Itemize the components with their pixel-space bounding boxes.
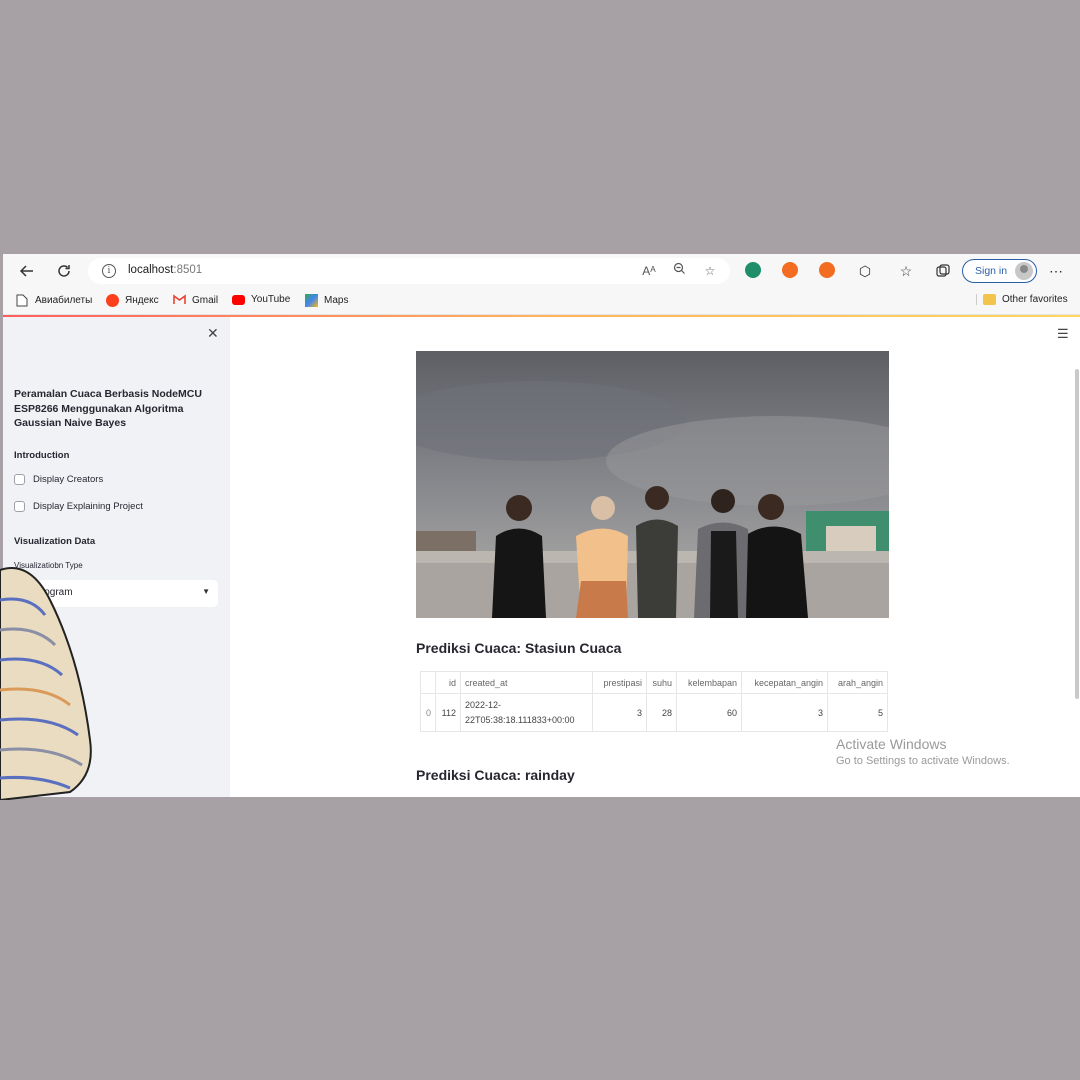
column-header[interactable]: created_at <box>460 671 593 694</box>
table-cell: 5 <box>827 693 888 732</box>
display-explaining-checkbox[interactable]: Display Explaining Project <box>14 501 143 512</box>
section-title-rainday: Prediksi Cuaca: rainday <box>416 767 575 783</box>
hamburger-menu-icon[interactable]: ☰ <box>1057 326 1069 342</box>
extensions-puzzle-icon[interactable]: ⬡ <box>853 259 877 283</box>
avatar <box>1015 262 1033 280</box>
maps-icon <box>305 294 318 307</box>
address-bar[interactable]: i localhost:8501 Aᴬ ☆ <box>88 258 730 284</box>
extension-icon[interactable] <box>782 262 798 278</box>
intro-heading: Introduction <box>14 450 70 461</box>
sign-in-button[interactable]: Sign in <box>962 259 1037 283</box>
chevron-down-icon: ▼ <box>202 587 210 596</box>
column-header[interactable]: prestipasi <box>592 671 647 694</box>
section-title-stasiun: Prediksi Cuaca: Stasiun Cuaca <box>416 640 622 656</box>
youtube-icon <box>232 294 245 305</box>
more-menu-icon[interactable]: ⋯ <box>1044 259 1068 283</box>
bookmarks-bar: Авиабилеты Яндекс Gmail YouTube Maps Oth… <box>3 287 1080 315</box>
table-cell: 2022-12-22T05:38:18.111833+00:00 <box>460 693 593 732</box>
bookmark-item[interactable]: Gmail <box>173 294 218 307</box>
column-header[interactable]: arah_angin <box>827 671 888 694</box>
extension-icon[interactable] <box>745 262 761 278</box>
column-header[interactable]: suhu <box>646 671 677 694</box>
display-creators-checkbox[interactable]: Display Creators <box>14 474 103 485</box>
checkbox-box[interactable] <box>14 501 25 512</box>
yandex-icon <box>106 294 119 307</box>
browser-toolbar: i localhost:8501 Aᴬ ☆ ⬡ ☆ Sign in ⋯ <box>3 254 1080 287</box>
back-arrow-icon[interactable] <box>15 259 39 283</box>
add-favorite-icon[interactable]: ☆ <box>701 262 719 280</box>
table-cell: 28 <box>646 693 677 732</box>
group-photo <box>416 351 889 618</box>
folder-icon <box>983 294 996 305</box>
table-cell: 3 <box>592 693 647 732</box>
table-cell: 112 <box>435 693 461 732</box>
read-aloud-icon[interactable]: Aᴬ <box>640 262 658 280</box>
column-header <box>420 671 436 694</box>
table-cell: 60 <box>676 693 742 732</box>
viz-heading: Visualization Data <box>14 536 96 547</box>
collections-icon[interactable] <box>931 259 955 283</box>
bookmark-item[interactable]: Яндекс <box>106 294 159 307</box>
page-icon <box>16 294 29 307</box>
gmail-icon <box>173 294 186 307</box>
decorative-sticker <box>0 567 92 800</box>
data-table: id created_at prestipasi suhu kelembapan… <box>420 671 888 732</box>
table-cell: 0 <box>420 693 436 732</box>
bookmark-item[interactable]: YouTube <box>232 294 290 305</box>
column-header[interactable]: id <box>435 671 461 694</box>
column-header[interactable]: kelembapan <box>676 671 742 694</box>
reload-icon[interactable] <box>52 259 76 283</box>
table-cell: 3 <box>741 693 828 732</box>
activate-windows-watermark: Activate Windows Go to Settings to activ… <box>836 736 1010 767</box>
extension-icon[interactable] <box>819 262 835 278</box>
favorites-icon[interactable]: ☆ <box>894 259 918 283</box>
other-favorites[interactable]: Other favorites <box>976 294 1068 305</box>
scrollbar[interactable] <box>1075 369 1079 699</box>
sidebar-title: Peramalan Cuaca Berbasis NodeMCU ESP8266… <box>14 388 202 429</box>
site-info-icon[interactable]: i <box>102 264 116 278</box>
url-text[interactable]: localhost:8501 <box>128 264 202 276</box>
close-icon[interactable]: ✕ <box>207 325 219 342</box>
table-row: 0 112 2022-12-22T05:38:18.111833+00:00 3… <box>420 693 888 732</box>
bookmark-item[interactable]: Авиабилеты <box>16 294 92 307</box>
table-header-row: id created_at prestipasi suhu kelembapan… <box>420 671 888 694</box>
column-header[interactable]: kecepatan_angin <box>741 671 828 694</box>
bookmark-item[interactable]: Maps <box>305 294 348 307</box>
checkbox-box[interactable] <box>14 474 25 485</box>
zoom-out-icon[interactable] <box>670 262 688 280</box>
browser-screenshot: i localhost:8501 Aᴬ ☆ ⬡ ☆ Sign in ⋯ Авиа… <box>3 254 1080 797</box>
